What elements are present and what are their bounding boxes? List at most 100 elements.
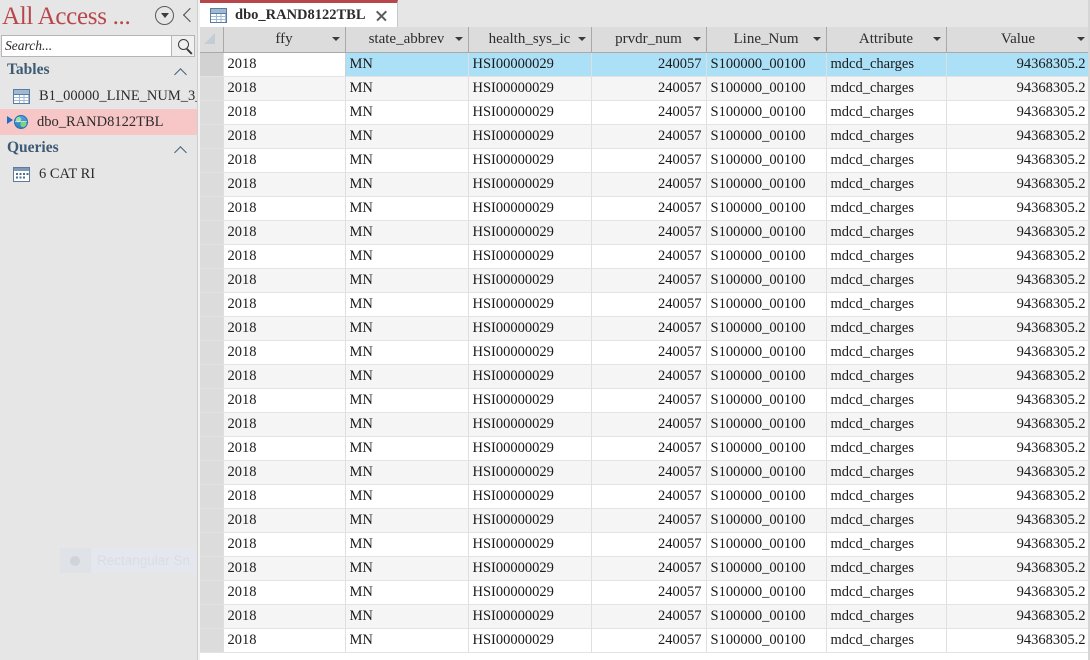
table-row[interactable]: 2018 MN HSI00000029 240057 S100000_00100 mdcd… xyxy=(200,604,1090,629)
table-row[interactable]: 2018 MN HSI00000029 240057 S100000_00100 mdcd… xyxy=(200,52,1090,77)
cell-prvdr-num[interactable]: 240057 xyxy=(591,52,707,77)
cell-attribute[interactable]: mdcd_charges xyxy=(826,268,947,293)
row-selector[interactable] xyxy=(200,172,224,197)
column-header-ffy[interactable]: ffy xyxy=(223,27,346,53)
cell-attribute[interactable]: mdcd_charges xyxy=(826,292,947,317)
row-selector[interactable] xyxy=(200,484,224,509)
cell-ffy[interactable]: 2018 xyxy=(223,412,346,437)
select-all-corner[interactable] xyxy=(200,27,224,53)
cell-health-sys-id[interactable]: HSI00000029 xyxy=(468,124,592,149)
table-row[interactable]: 2018 MN HSI00000029 240057 S100000_00100 mdcd… xyxy=(200,364,1090,389)
cell-attribute[interactable]: mdcd_charges xyxy=(826,76,947,101)
cell-prvdr-num[interactable]: 240057 xyxy=(591,316,707,341)
cell-health-sys-id[interactable]: HSI00000029 xyxy=(468,604,592,629)
table-row[interactable]: 2018 MN HSI00000029 240057 S100000_00100 mdcd… xyxy=(200,76,1090,101)
cell-attribute[interactable]: mdcd_charges xyxy=(826,364,947,389)
cell-health-sys-id[interactable]: HSI00000029 xyxy=(468,556,592,581)
row-selector[interactable] xyxy=(200,508,224,533)
cell-health-sys-id[interactable]: HSI00000029 xyxy=(468,388,592,413)
cell-line-num[interactable]: S100000_00100 xyxy=(706,484,827,509)
cell-line-num[interactable]: S100000_00100 xyxy=(706,244,827,269)
cell-health-sys-id[interactable]: HSI00000029 xyxy=(468,268,592,293)
cell-line-num[interactable]: S100000_00100 xyxy=(706,292,827,317)
row-selector[interactable] xyxy=(200,220,224,245)
table-row[interactable]: 2018 MN HSI00000029 240057 S100000_00100 mdcd… xyxy=(200,292,1090,317)
table-row[interactable]: 2018 MN HSI00000029 240057 S100000_00100 mdcd… xyxy=(200,508,1090,533)
cell-attribute[interactable]: mdcd_charges xyxy=(826,604,947,629)
table-row[interactable]: 2018 MN HSI00000029 240057 S100000_00100 mdcd… xyxy=(200,388,1090,413)
cell-state-abbrev[interactable]: MN xyxy=(345,316,469,341)
cell-attribute[interactable]: mdcd_charges xyxy=(826,220,947,245)
datasheet-view[interactable]: ffy state_abbrev health_sys_ic prvdr_num… xyxy=(200,27,1090,660)
cell-prvdr-num[interactable]: 240057 xyxy=(591,172,707,197)
cell-ffy[interactable]: 2018 xyxy=(223,532,346,557)
table-row[interactable]: 2018 MN HSI00000029 240057 S100000_00100 mdcd… xyxy=(200,316,1090,341)
cell-health-sys-id[interactable]: HSI00000029 xyxy=(468,412,592,437)
table-row[interactable]: 2018 MN HSI00000029 240057 S100000_00100 mdcd… xyxy=(200,412,1090,437)
cell-state-abbrev[interactable]: MN xyxy=(345,460,469,485)
cell-prvdr-num[interactable]: 240057 xyxy=(591,124,707,149)
cell-line-num[interactable]: S100000_00100 xyxy=(706,628,827,653)
cell-value[interactable]: 94368305.2 xyxy=(946,76,1090,101)
cell-health-sys-id[interactable]: HSI00000029 xyxy=(468,244,592,269)
row-selector[interactable] xyxy=(200,316,224,341)
row-selector[interactable] xyxy=(200,628,224,653)
cell-ffy[interactable]: 2018 xyxy=(223,364,346,389)
row-selector[interactable] xyxy=(200,556,224,581)
cell-line-num[interactable]: S100000_00100 xyxy=(706,364,827,389)
cell-state-abbrev[interactable]: MN xyxy=(345,148,469,173)
cell-health-sys-id[interactable]: HSI00000029 xyxy=(468,196,592,221)
chevron-up-icon[interactable] xyxy=(176,67,186,77)
chevron-down-icon[interactable] xyxy=(577,37,586,42)
cell-ffy[interactable]: 2018 xyxy=(223,340,346,365)
cell-value[interactable]: 94368305.2 xyxy=(946,340,1090,365)
cell-ffy[interactable]: 2018 xyxy=(223,604,346,629)
cell-attribute[interactable]: mdcd_charges xyxy=(826,508,947,533)
cell-line-num[interactable]: S100000_00100 xyxy=(706,340,827,365)
cell-ffy[interactable]: 2018 xyxy=(223,76,346,101)
cell-value[interactable]: 94368305.2 xyxy=(946,484,1090,509)
table-row[interactable]: 2018 MN HSI00000029 240057 S100000_00100 mdcd… xyxy=(200,124,1090,149)
cell-prvdr-num[interactable]: 240057 xyxy=(591,484,707,509)
row-selector[interactable] xyxy=(200,196,224,221)
chevron-down-icon[interactable] xyxy=(1076,37,1085,42)
cell-state-abbrev[interactable]: MN xyxy=(345,220,469,245)
cell-attribute[interactable]: mdcd_charges xyxy=(826,100,947,125)
cell-value[interactable]: 94368305.2 xyxy=(946,460,1090,485)
cell-attribute[interactable]: mdcd_charges xyxy=(826,460,947,485)
cell-health-sys-id[interactable]: HSI00000029 xyxy=(468,172,592,197)
cell-prvdr-num[interactable]: 240057 xyxy=(591,268,707,293)
table-row[interactable]: 2018 MN HSI00000029 240057 S100000_00100 mdcd… xyxy=(200,556,1090,581)
search-button[interactable] xyxy=(171,35,195,57)
cell-state-abbrev[interactable]: MN xyxy=(345,412,469,437)
chevron-down-icon[interactable] xyxy=(812,37,821,42)
table-row[interactable]: 2018 MN HSI00000029 240057 S100000_00100 mdcd… xyxy=(200,580,1090,605)
row-selector[interactable] xyxy=(200,604,224,629)
cell-value[interactable]: 94368305.2 xyxy=(946,148,1090,173)
cell-value[interactable]: 94368305.2 xyxy=(946,172,1090,197)
cell-prvdr-num[interactable]: 240057 xyxy=(591,436,707,461)
sidebar-item-6-cat-ri[interactable]: 6 CAT RI xyxy=(0,161,200,187)
row-selector[interactable] xyxy=(200,76,224,101)
cell-attribute[interactable]: mdcd_charges xyxy=(826,484,947,509)
tab-dbo-rand8122tbl[interactable]: dbo_RAND8122TBL xyxy=(200,0,398,27)
chevron-down-icon[interactable] xyxy=(932,37,941,42)
cell-prvdr-num[interactable]: 240057 xyxy=(591,340,707,365)
table-row[interactable]: 2018 MN HSI00000029 240057 S100000_00100 mdcd… xyxy=(200,436,1090,461)
cell-health-sys-id[interactable]: HSI00000029 xyxy=(468,100,592,125)
cell-prvdr-num[interactable]: 240057 xyxy=(591,628,707,653)
cell-state-abbrev[interactable]: MN xyxy=(345,364,469,389)
cell-ffy[interactable]: 2018 xyxy=(223,52,346,77)
cell-prvdr-num[interactable]: 240057 xyxy=(591,412,707,437)
row-selector[interactable] xyxy=(200,580,224,605)
cell-attribute[interactable]: mdcd_charges xyxy=(826,532,947,557)
cell-health-sys-id[interactable]: HSI00000029 xyxy=(468,220,592,245)
cell-health-sys-id[interactable]: HSI00000029 xyxy=(468,484,592,509)
row-selector[interactable] xyxy=(200,340,224,365)
column-header-attribute[interactable]: Attribute xyxy=(826,27,947,53)
cell-value[interactable]: 94368305.2 xyxy=(946,316,1090,341)
cell-state-abbrev[interactable]: MN xyxy=(345,484,469,509)
row-selector[interactable] xyxy=(200,52,224,77)
row-selector[interactable] xyxy=(200,292,224,317)
cell-attribute[interactable]: mdcd_charges xyxy=(826,172,947,197)
